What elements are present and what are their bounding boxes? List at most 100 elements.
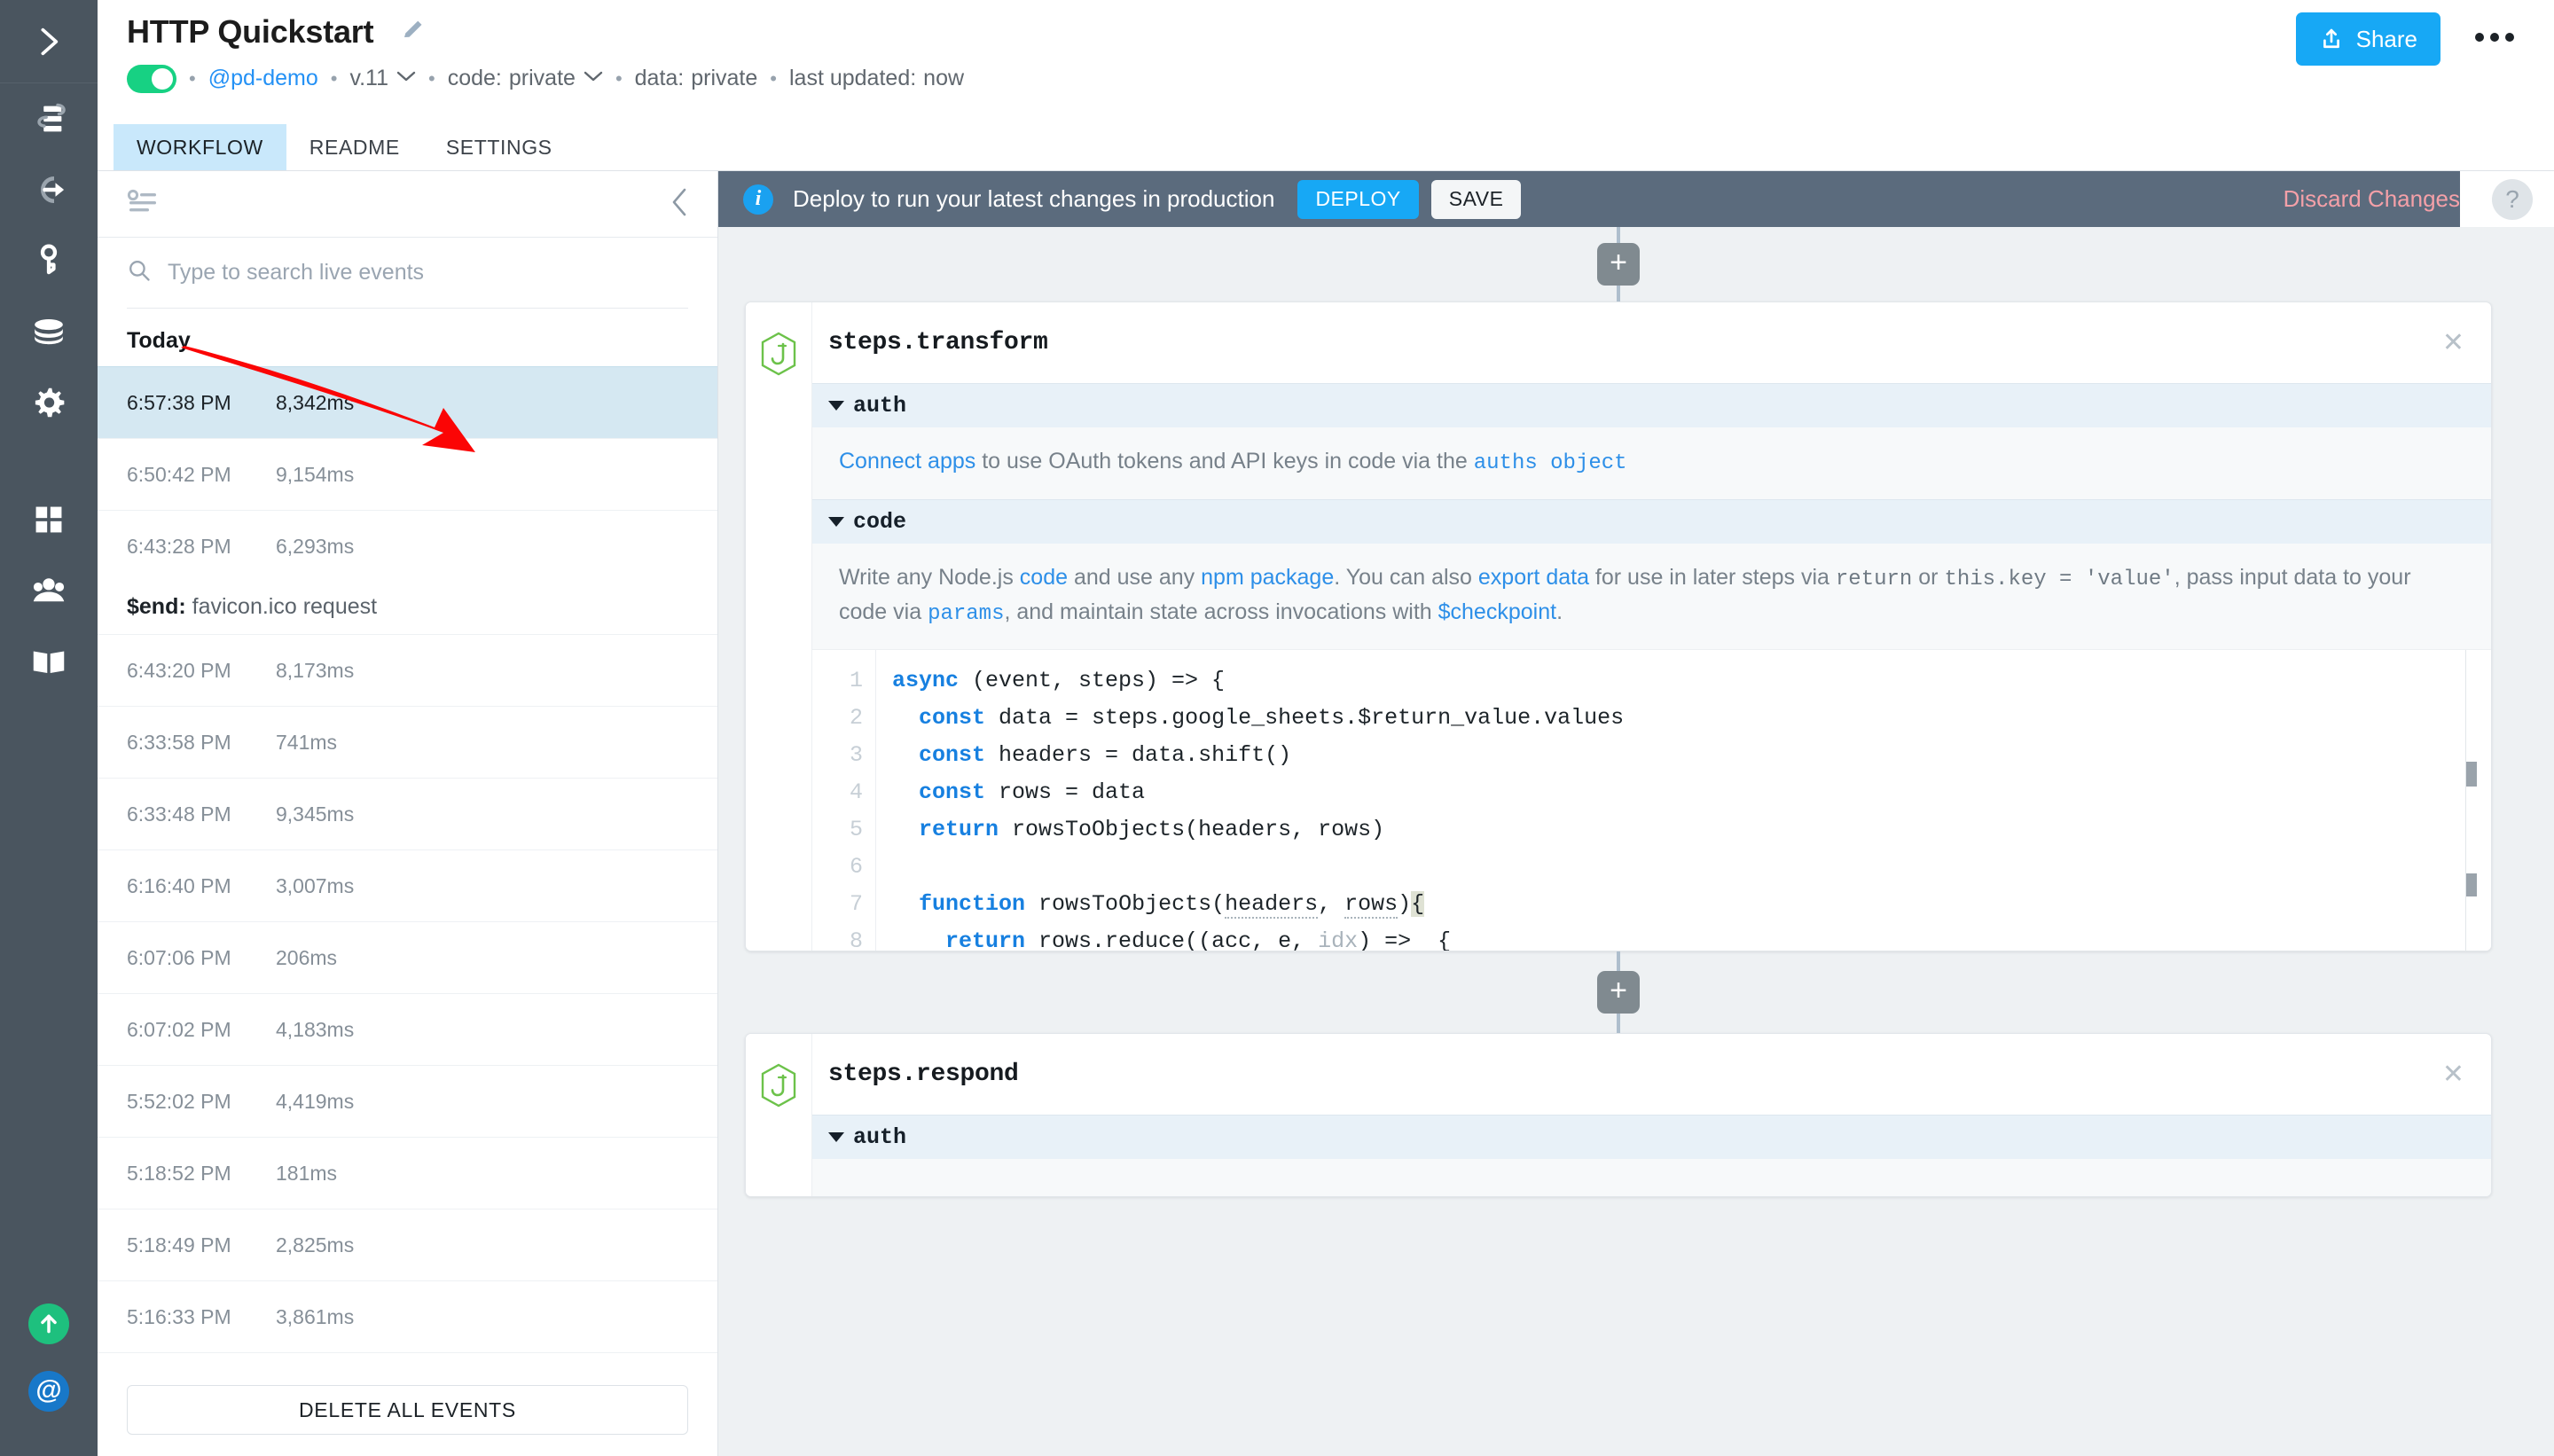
- meta-sep-5: •: [770, 67, 777, 90]
- version-selector[interactable]: v.11: [349, 66, 416, 91]
- sidebar-item-community[interactable]: [0, 555, 98, 626]
- deploy-bar: i Deploy to run your latest changes in p…: [718, 171, 2460, 227]
- caret-down-icon: [828, 401, 844, 411]
- workspace-link[interactable]: @pd-demo: [208, 66, 318, 91]
- event-row[interactable]: 5:16:33 PM 3,861ms: [98, 1280, 717, 1352]
- code-visibility-selector[interactable]: code: private: [448, 66, 603, 91]
- code-line: [876, 849, 2491, 886]
- search-icon: [127, 258, 152, 287]
- chevron-left-icon: [668, 186, 691, 218]
- ellipsis-icon: [2474, 31, 2515, 48]
- auths-object-code: auths object: [1474, 451, 1627, 475]
- add-step-button[interactable]: +: [1597, 243, 1640, 286]
- event-row[interactable]: 6:43:20 PM 8,173ms: [98, 634, 717, 706]
- data-visibility-label: data:: [635, 66, 685, 91]
- code-editor[interactable]: 1 2 3 4 5 6 7 8 9 10: [812, 649, 2491, 951]
- save-button[interactable]: SAVE: [1431, 180, 1522, 219]
- help-button[interactable]: ?: [2492, 179, 2533, 220]
- event-row[interactable]: 6:50:42 PM 9,154ms: [98, 438, 717, 510]
- pencil-icon: [400, 16, 427, 43]
- event-row[interactable]: 5:09:26 PM 53ms: [98, 1352, 717, 1373]
- sidebar-item-data-stores[interactable]: [0, 296, 98, 367]
- key-icon: [31, 243, 67, 278]
- event-row[interactable]: 5:18:49 PM 2,825ms: [98, 1209, 717, 1280]
- event-time: 6:33:48 PM: [127, 802, 276, 826]
- connect-apps-link[interactable]: Connect apps: [839, 449, 975, 474]
- events-list[interactable]: 6:57:38 PM 8,342ms 6:50:42 PM 9,154ms 6:…: [98, 366, 717, 1373]
- event-time: 6:50:42 PM: [127, 463, 276, 487]
- event-row[interactable]: 6:07:02 PM 4,183ms: [98, 993, 717, 1065]
- more-options-button[interactable]: [2474, 31, 2515, 48]
- checkpoint-link[interactable]: $checkpoint: [1438, 599, 1556, 624]
- meta-sep-4: •: [615, 67, 623, 90]
- export-data-link[interactable]: export data: [1478, 565, 1589, 590]
- header-actions: Share: [2296, 12, 2515, 66]
- event-row[interactable]: 5:52:02 PM 4,419ms: [98, 1065, 717, 1137]
- discard-changes-link[interactable]: Discard Changes: [2284, 185, 2460, 213]
- auths-object-link[interactable]: auths object: [1474, 449, 1627, 474]
- line-number: 5: [812, 811, 863, 849]
- events-day-label: Today: [98, 309, 717, 366]
- workflow-meta-row: • @pd-demo • v.11 • code: private: [98, 65, 2554, 93]
- sidebar-item-credentials[interactable]: [0, 225, 98, 296]
- code-section-header[interactable]: code: [812, 499, 2491, 544]
- sidebar-item-apps[interactable]: [0, 484, 98, 555]
- event-row[interactable]: 6:33:58 PM 741ms: [98, 706, 717, 778]
- editor-code-area[interactable]: async (event, steps) => { const data = s…: [876, 650, 2491, 951]
- code-link[interactable]: code: [1020, 565, 1068, 590]
- tab-workflow-label: WORKFLOW: [137, 136, 263, 160]
- close-icon[interactable]: ✕: [2442, 1061, 2464, 1088]
- collapse-panel-button[interactable]: [668, 186, 691, 223]
- event-row-selected[interactable]: 6:57:38 PM 8,342ms: [98, 366, 717, 438]
- sidebar-item-settings[interactable]: [0, 367, 98, 438]
- event-time: 5:52:02 PM: [127, 1090, 276, 1114]
- search-input[interactable]: [168, 260, 688, 286]
- auth-section-header[interactable]: auth: [812, 383, 2491, 427]
- tab-workflow[interactable]: WORKFLOW: [114, 124, 286, 170]
- version-label: v.11: [349, 66, 388, 91]
- share-button[interactable]: Share: [2296, 12, 2440, 66]
- event-row[interactable]: 6:43:28 PM 6,293ms: [98, 510, 717, 582]
- event-row[interactable]: 6:16:40 PM 3,007ms: [98, 849, 717, 921]
- meta-sep-3: •: [428, 67, 435, 90]
- add-step-button[interactable]: +: [1597, 971, 1640, 1014]
- sidebar-item-workflows[interactable]: [0, 83, 98, 154]
- line-number: 7: [812, 886, 863, 923]
- line-number: 3: [812, 737, 863, 774]
- editor-scrollbar[interactable]: [2465, 650, 2491, 951]
- event-list-icon[interactable]: [127, 189, 159, 220]
- edit-title-button[interactable]: [400, 16, 427, 47]
- auth-section-header[interactable]: auth: [812, 1115, 2491, 1159]
- code-line: const rows = data: [876, 774, 2491, 811]
- event-row[interactable]: 6:33:48 PM 9,345ms: [98, 778, 717, 849]
- editor-scroll-marker[interactable]: [2466, 873, 2477, 896]
- account-avatar[interactable]: @: [28, 1371, 69, 1412]
- event-row[interactable]: 6:07:06 PM 206ms: [98, 921, 717, 993]
- tab-settings-label: SETTINGS: [446, 136, 552, 160]
- line-number: 8: [812, 923, 863, 951]
- event-row[interactable]: 5:18:52 PM 181ms: [98, 1137, 717, 1209]
- deploy-button[interactable]: DEPLOY: [1297, 180, 1418, 219]
- delete-all-events-button[interactable]: DELETE ALL EVENTS: [127, 1385, 688, 1435]
- workflow-enabled-toggle[interactable]: [127, 65, 176, 93]
- code-line: const data = steps.google_sheets.$return…: [876, 700, 2491, 737]
- line-number: 1: [812, 662, 863, 700]
- params-link[interactable]: params: [928, 599, 1004, 624]
- docs-book-icon: [28, 641, 69, 682]
- sidebar-item-docs[interactable]: [0, 626, 98, 697]
- tab-readme[interactable]: README: [286, 124, 423, 170]
- event-duration: 8,342ms: [276, 391, 354, 415]
- tab-settings[interactable]: SETTINGS: [423, 124, 576, 170]
- line-number: 2: [812, 700, 863, 737]
- code-desc-t8: .: [1556, 599, 1563, 624]
- editor-scroll-thumb[interactable]: [2466, 762, 2477, 787]
- npm-package-link[interactable]: npm package: [1201, 565, 1334, 590]
- expand-sidebar-button[interactable]: [0, 0, 98, 83]
- code-desc-t3: . You can also: [1334, 565, 1478, 590]
- code-line: const headers = data.shift(): [876, 737, 2491, 774]
- event-time: 5:18:52 PM: [127, 1162, 276, 1186]
- flow-scroll-area[interactable]: + steps.transfo: [718, 227, 2554, 1456]
- upgrade-button[interactable]: [28, 1303, 69, 1344]
- sidebar-item-sources[interactable]: [0, 154, 98, 225]
- close-icon[interactable]: ✕: [2442, 330, 2464, 356]
